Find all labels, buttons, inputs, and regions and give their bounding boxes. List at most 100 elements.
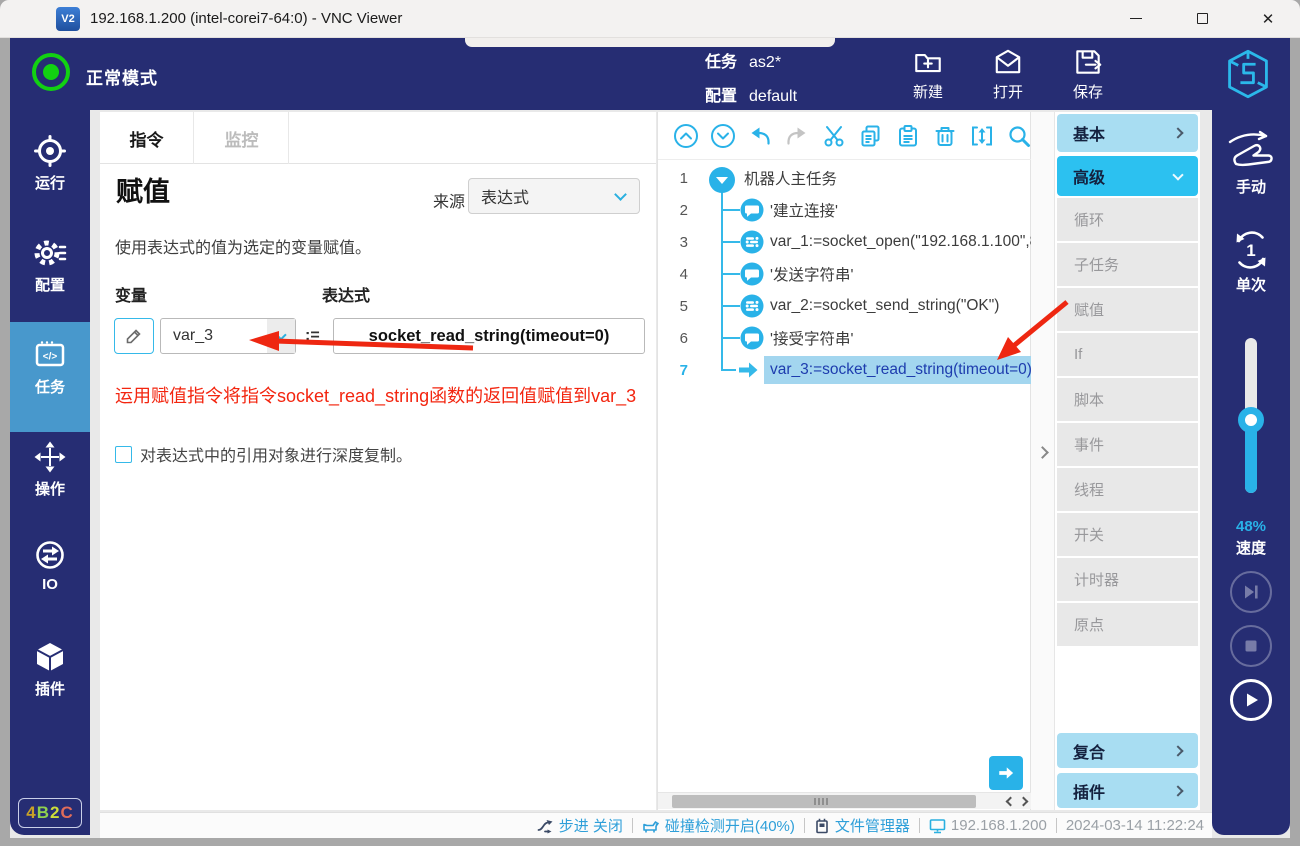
editor-tabs: 指令 监控 (100, 112, 656, 164)
program-tree-panel: 1 机器人主任务 2 '建立连接' 3 var_1:=socket_open("… (657, 112, 1031, 810)
program-line[interactable]: 6 '接受字符串' (658, 322, 1032, 354)
category-item-switch[interactable]: 开关 (1057, 513, 1198, 556)
category-item-loop[interactable]: 循环 (1057, 198, 1198, 241)
category-item-assign[interactable]: 赋值 (1057, 288, 1198, 331)
maximize-button[interactable] (1179, 0, 1225, 37)
category-basic[interactable]: 基本 (1057, 114, 1198, 152)
sidebar-item-plugin[interactable]: 插件 (10, 632, 90, 728)
chevron-down-icon (267, 319, 295, 353)
save-task-label: 保存 (1073, 81, 1103, 102)
assign-icon (740, 230, 764, 254)
separator (919, 818, 920, 833)
stop-button[interactable] (1230, 625, 1272, 667)
vnc-app-icon: V2 (56, 7, 80, 31)
horizontal-scrollbar[interactable] (658, 792, 1032, 809)
save-task-button[interactable]: 保存 (1056, 46, 1120, 104)
insert-icon[interactable] (969, 123, 995, 149)
sidebar-item-label: 插件 (35, 678, 65, 699)
program-toolbar (658, 112, 1032, 160)
collapse-node-icon[interactable] (708, 166, 736, 194)
program-line[interactable]: 3 var_1:=socket_open("192.168.1.100",85 (658, 226, 1032, 258)
task-value: as2* (749, 54, 781, 71)
red-annotation-text: 运用赋值指令将指令socket_read_string函数的返回值赋值到var_… (115, 382, 655, 408)
expression-input[interactable]: socket_read_string(timeout=0) (333, 318, 645, 354)
category-composite[interactable]: 复合 (1057, 733, 1198, 768)
sidebar-item-run[interactable]: 运行 (10, 126, 90, 222)
code-window-icon: </> (33, 338, 67, 372)
category-item-thread[interactable]: 线程 (1057, 468, 1198, 511)
category-item-subtask[interactable]: 子任务 (1057, 243, 1198, 286)
scroll-left-icon[interactable] (1006, 797, 1016, 807)
comment-icon (740, 262, 764, 286)
tab-instruction[interactable]: 指令 (100, 112, 194, 164)
arrow-right-icon (997, 764, 1015, 782)
speed-slider-knob[interactable] (1238, 407, 1264, 433)
category-plugin[interactable]: 插件 (1057, 773, 1198, 808)
config-row: 配置default (705, 82, 797, 106)
program-line[interactable]: 2 '建立连接' (658, 194, 1032, 226)
run-target-icon (33, 134, 67, 168)
category-item-origin[interactable]: 原点 (1057, 603, 1198, 646)
redo-icon[interactable] (784, 123, 810, 149)
category-item-event[interactable]: 事件 (1057, 423, 1198, 466)
separator (632, 818, 633, 833)
cut-icon[interactable] (821, 123, 847, 149)
execution-pointer-icon (736, 358, 760, 382)
chevron-right-icon (1172, 745, 1183, 756)
jump-to-pointer-button[interactable] (989, 756, 1023, 790)
sidebar-item-label: 任务 (35, 376, 65, 397)
tab-monitor[interactable]: 监控 (195, 112, 289, 164)
single-cycle-icon[interactable]: 1 (1229, 228, 1273, 272)
vnc-toolbar-notch[interactable] (465, 38, 835, 47)
category-item-if[interactable]: If (1057, 333, 1198, 376)
sidebar-item-label: IO (42, 576, 58, 593)
program-line[interactable]: 4 '发送字符串' (658, 258, 1032, 290)
manual-mode-label[interactable]: 手动 (1212, 176, 1290, 197)
undo-icon[interactable] (747, 123, 773, 149)
scrollbar-thumb[interactable] (672, 795, 976, 808)
category-item-timer[interactable]: 计时器 (1057, 558, 1198, 601)
play-icon (1241, 690, 1261, 710)
search-icon[interactable] (1006, 123, 1032, 149)
close-button[interactable]: ✕ (1245, 0, 1291, 37)
new-task-button[interactable]: 新建 (896, 46, 960, 104)
step-forward-button[interactable] (1230, 571, 1272, 613)
expression-label: 表达式 (322, 282, 370, 306)
collision-detect-status[interactable]: 碰撞检测开启(40%) (642, 815, 795, 836)
manual-hand-icon[interactable] (1224, 130, 1278, 172)
deep-copy-checkbox[interactable] (115, 446, 132, 463)
collapse-all-icon[interactable] (673, 123, 699, 149)
config-label: 配置 (705, 88, 737, 105)
copy-icon[interactable] (858, 123, 884, 149)
play-button[interactable] (1230, 679, 1272, 721)
program-line[interactable]: 5 var_2:=socket_send_string("OK") (658, 290, 1032, 322)
paste-icon[interactable] (895, 123, 921, 149)
file-manager-icon (814, 818, 830, 834)
instruction-editor-panel: 指令 监控 赋值 来源 表达式 使用表达式的值为选定的变量赋值。 变量 表达式 … (100, 112, 656, 810)
sidebar-item-operate[interactable]: 操作 (10, 432, 90, 528)
panel-collapse-handle[interactable] (1031, 112, 1055, 810)
editor-description: 使用表达式的值为选定的变量赋值。 (115, 234, 371, 258)
open-task-button[interactable]: 打开 (976, 46, 1040, 104)
speed-percent: 48% (1212, 518, 1290, 535)
program-line-selected[interactable]: 7 var_3:=socket_read_string(timeout=0) (658, 354, 1032, 386)
cube-icon (33, 640, 67, 674)
edit-variable-button[interactable] (114, 318, 154, 354)
brand-logo-icon (1222, 47, 1274, 101)
sidebar-item-config[interactable]: 配置 (10, 228, 90, 324)
program-line[interactable]: 1 机器人主任务 (658, 162, 1032, 194)
sidebar-item-task[interactable]: </> 任务 (10, 322, 90, 432)
window-title: 192.168.1.200 (intel-corei7-64:0) - VNC … (90, 10, 402, 27)
sidebar-item-io[interactable]: IO (10, 530, 90, 626)
minimize-button[interactable] (1113, 0, 1159, 37)
delete-icon[interactable] (932, 123, 958, 149)
expand-all-icon[interactable] (710, 123, 736, 149)
category-item-script[interactable]: 脚本 (1057, 378, 1198, 421)
step-mode-status[interactable]: 步进 关闭 (537, 815, 623, 836)
single-cycle-label[interactable]: 单次 (1212, 274, 1290, 295)
category-advanced[interactable]: 高级 (1057, 156, 1198, 196)
source-select[interactable]: 表达式 (468, 178, 640, 214)
variable-select[interactable]: var_3 (160, 318, 296, 354)
scroll-right-icon[interactable] (1019, 797, 1029, 807)
file-manager-link[interactable]: 文件管理器 (814, 815, 910, 836)
